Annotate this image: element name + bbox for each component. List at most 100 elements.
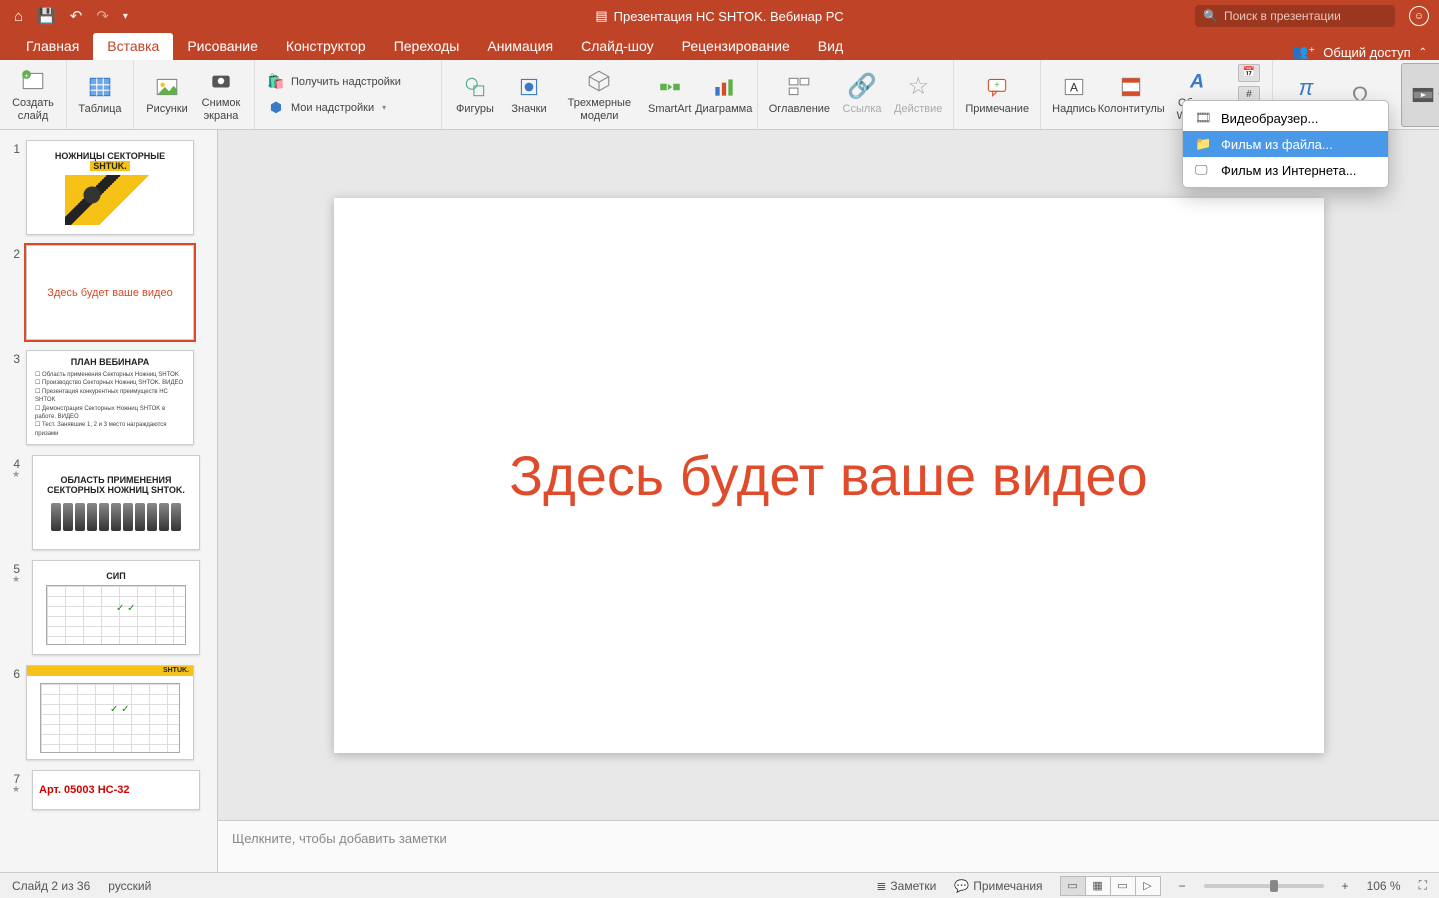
tab-draw[interactable]: Рисование <box>173 33 272 60</box>
tab-insert[interactable]: Вставка <box>93 33 173 60</box>
tab-review[interactable]: Рецензирование <box>668 33 804 60</box>
shapes-button[interactable]: Фигуры <box>450 63 500 127</box>
notes-toggle[interactable]: ≣Заметки <box>876 879 936 893</box>
share-button[interactable]: 👥⁺ Общий доступ ⌃ <box>1292 44 1427 60</box>
qat-more-icon[interactable]: ▾ <box>123 11 128 22</box>
zoom-level[interactable]: 106 % <box>1367 879 1401 893</box>
pictures-button[interactable]: Рисунки <box>142 63 192 127</box>
slideshow-view-button[interactable]: ▷ <box>1135 876 1161 896</box>
fit-to-window-button[interactable]: ⛶ <box>1419 878 1427 893</box>
pictures-icon <box>154 73 180 101</box>
slide-counter[interactable]: Слайд 2 из 36 <box>12 879 90 893</box>
slide-thumbnail-4[interactable]: ОБЛАСТЬ ПРИМЕНЕНИЯ СЕКТОРНЫХ НОЖНИЦ SHTO… <box>32 455 200 550</box>
tab-home[interactable]: Главная <box>12 33 93 60</box>
notes-pane[interactable]: Щелкните, чтобы добавить заметки <box>218 820 1439 872</box>
slide-thumbnail-7[interactable]: Арт. 05003 НС-32 <box>32 770 200 810</box>
action-icon: ☆ <box>907 73 929 101</box>
comments-toggle[interactable]: 💬Примечания <box>954 879 1042 893</box>
screenshot-icon <box>208 67 234 95</box>
new-slide-icon: + <box>20 67 46 95</box>
table-button[interactable]: Таблица <box>75 63 125 127</box>
comment-icon: + <box>984 73 1010 101</box>
screenshot-button[interactable]: Снимок экрана <box>196 63 246 127</box>
get-addins-label: Получить надстройки <box>291 76 401 89</box>
normal-view-button[interactable]: ▭ <box>1060 876 1086 896</box>
tab-animations[interactable]: Анимация <box>473 33 567 60</box>
sorter-view-button[interactable]: ▦ <box>1085 876 1111 896</box>
get-addins-button[interactable]: 🛍️ Получить надстройки <box>263 70 433 94</box>
tab-slideshow[interactable]: Слайд-шоу <box>567 33 668 60</box>
notes-placeholder: Щелкните, чтобы добавить заметки <box>232 831 447 846</box>
addins-icon: ⬢ <box>267 99 285 115</box>
chevron-down-icon: ▾ <box>382 103 386 112</box>
slide-thumbnail-1[interactable]: НОЖНИЦЫ СЕКТОРНЫЕSHTUK. <box>26 140 194 235</box>
chart-button[interactable]: Диаграмма <box>699 63 749 127</box>
main-area: 1 НОЖНИЦЫ СЕКТОРНЫЕSHTUK. 2 Здесь будет … <box>0 130 1439 872</box>
my-addins-button[interactable]: ⬢ Мои надстройки ▾ <box>263 96 433 120</box>
shapes-label: Фигуры <box>456 103 494 116</box>
feedback-icon[interactable]: ☺ <box>1409 6 1429 26</box>
tab-transitions[interactable]: Переходы <box>380 33 474 60</box>
share-label: Общий доступ <box>1323 45 1410 60</box>
search-placeholder: Поиск в презентации <box>1224 9 1341 23</box>
zoom-in-button[interactable]: + <box>1342 879 1349 893</box>
zoom-toc-button[interactable]: Оглавление <box>766 63 833 127</box>
slide-thumbnail-5[interactable]: СИП <box>32 560 200 655</box>
video-browser-label: Видеобраузер... <box>1221 111 1318 126</box>
thumb-row: 1 НОЖНИЦЫ СЕКТОРНЫЕSHTUK. <box>0 138 217 243</box>
current-slide[interactable]: Здесь будет ваше видео <box>334 198 1324 753</box>
comment-button[interactable]: + Примечание <box>962 63 1032 127</box>
zoom-out-button[interactable]: − <box>1179 879 1186 893</box>
video-from-web-item[interactable]: 🖵 Фильм из Интернета... <box>1183 157 1388 183</box>
slide-thumbnail-2[interactable]: Здесь будет ваше видео <box>26 245 194 340</box>
table-icon <box>87 73 113 101</box>
cube-icon <box>586 67 612 95</box>
pictures-label: Рисунки <box>146 103 188 116</box>
slide-thumbnail-6[interactable]: SHTUK. <box>26 665 194 760</box>
svg-text:+: + <box>994 80 1000 91</box>
link-label: Ссылка <box>843 103 882 116</box>
view-buttons: ▭ ▦ ▭ ▷ <box>1061 876 1161 896</box>
smartart-button[interactable]: SmartArt <box>645 63 695 127</box>
undo-icon[interactable]: ↶ <box>70 7 83 25</box>
status-bar: Слайд 2 из 36 русский ≣Заметки 💬Примечан… <box>0 872 1439 898</box>
chart-label: Диаграмма <box>695 103 752 116</box>
slide-thumbnails-panel[interactable]: 1 НОЖНИЦЫ СЕКТОРНЫЕSHTUK. 2 Здесь будет … <box>0 130 218 872</box>
date-time-button[interactable]: 📅 <box>1238 64 1260 82</box>
zoom-slider[interactable] <box>1204 884 1324 888</box>
video-button[interactable]: ▾ <box>1401 63 1439 127</box>
video-from-web-label: Фильм из Интернета... <box>1221 163 1357 178</box>
save-icon[interactable]: 💾 <box>37 7 56 25</box>
equation-icon: π <box>1299 73 1314 101</box>
comments-icon: 💬 <box>954 879 969 893</box>
film-icon: 🎞 <box>1195 110 1211 126</box>
textbox-button[interactable]: A Надпись <box>1049 63 1099 127</box>
slide-main-text[interactable]: Здесь будет ваше видео <box>509 443 1147 508</box>
my-addins-label: Мои надстройки <box>291 102 374 115</box>
language-indicator[interactable]: русский <box>108 879 151 893</box>
action-button: ☆ Действие <box>891 63 945 127</box>
store-icon: 🛍️ <box>267 73 285 89</box>
video-from-file-item[interactable]: 📁 Фильм из файла... <box>1183 131 1388 157</box>
canvas-area[interactable]: Здесь будет ваше видео <box>218 130 1439 820</box>
redo-icon[interactable]: ↷ <box>96 7 109 25</box>
new-slide-button[interactable]: + Создать слайд <box>8 63 58 127</box>
video-browser-item[interactable]: 🎞 Видеобраузер... <box>1183 105 1388 131</box>
tab-design[interactable]: Конструктор <box>272 33 380 60</box>
svg-text:A: A <box>1189 70 1204 92</box>
3dmodels-button[interactable]: Трехмерные модели <box>558 63 641 127</box>
slide-thumbnail-3[interactable]: ПЛАН ВЕБИНАРА ☐ Область применения Секто… <box>26 350 194 445</box>
ribbon-tabs: Главная Вставка Рисование Конструктор Пе… <box>0 32 1439 60</box>
search-input[interactable]: 🔍 Поиск в презентации <box>1195 5 1395 27</box>
3dmodels-label: Трехмерные модели <box>561 97 638 122</box>
svg-text:A: A <box>1070 81 1078 95</box>
thumb-row: 5 ★ СИП <box>0 558 217 663</box>
headerfooter-button[interactable]: Колонтитулы <box>1103 63 1159 127</box>
tab-view[interactable]: Вид <box>804 33 857 60</box>
chart-icon <box>711 73 737 101</box>
thumb-number: 2 <box>6 245 20 261</box>
home-icon[interactable]: ⌂ <box>14 8 23 25</box>
reading-view-button[interactable]: ▭ <box>1110 876 1136 896</box>
icons-button[interactable]: Значки <box>504 63 554 127</box>
collapse-ribbon-icon[interactable]: ⌃ <box>1419 47 1427 58</box>
